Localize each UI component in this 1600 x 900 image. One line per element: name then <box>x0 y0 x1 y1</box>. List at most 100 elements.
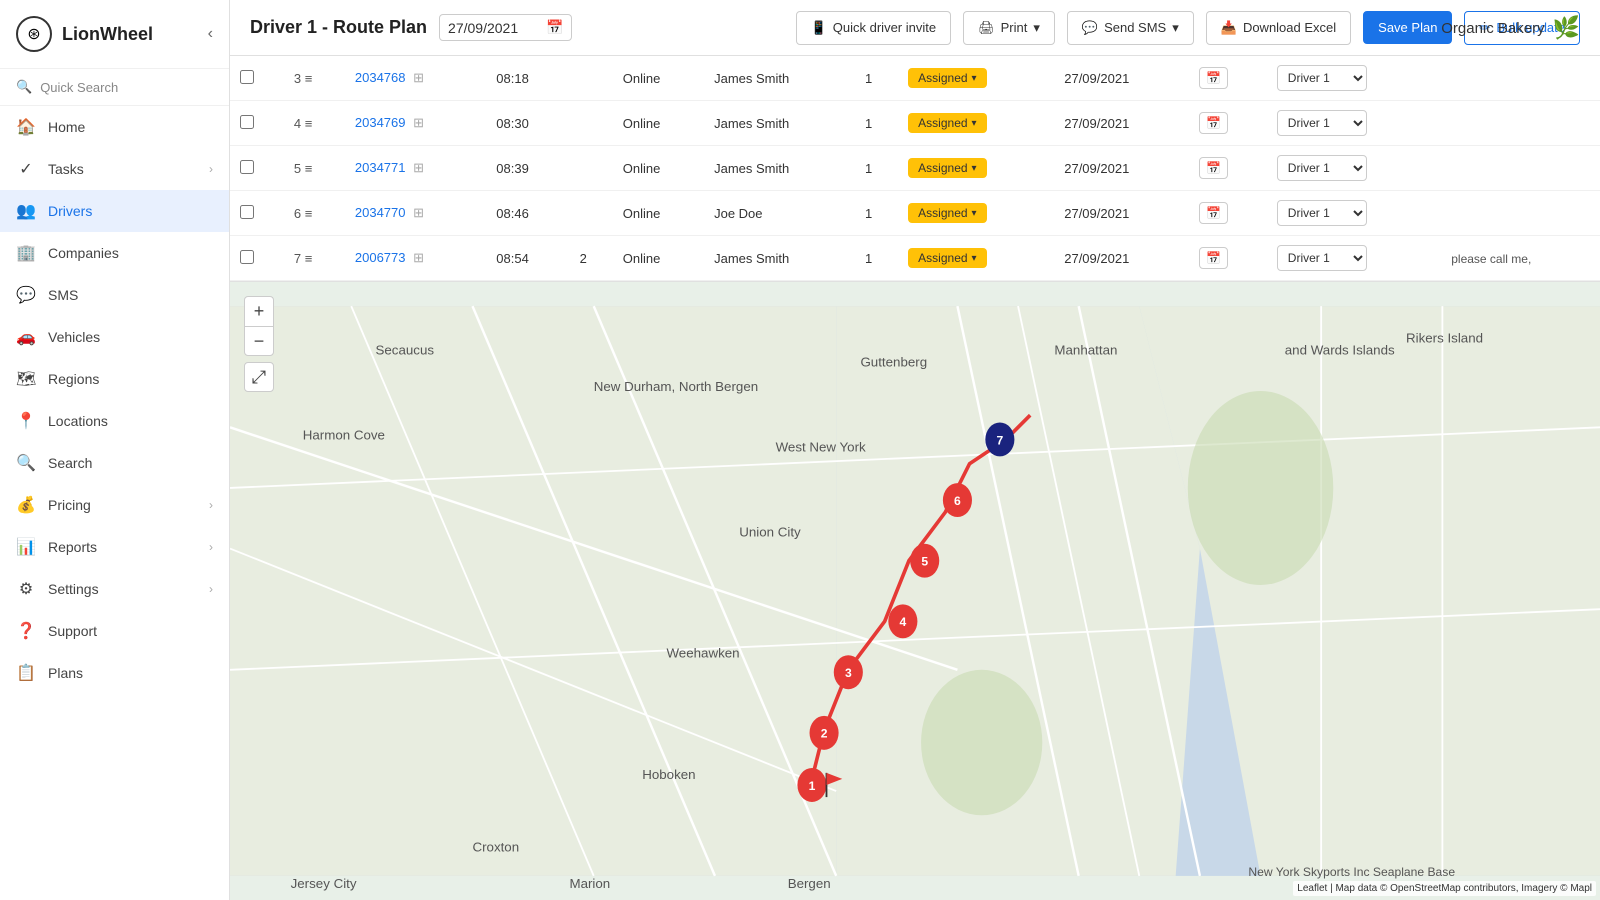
assigned-badge[interactable]: Assigned ▾ <box>908 68 986 88</box>
sidebar-item-pricing[interactable]: 💰 Pricing › <box>0 484 229 526</box>
svg-text:Harmon Cove: Harmon Cove <box>303 427 385 442</box>
sidebar-item-home[interactable]: 🏠 Home <box>0 106 229 148</box>
note-cell <box>1441 146 1600 191</box>
save-plan-button[interactable]: Save Plan <box>1363 11 1452 44</box>
print-button[interactable]: 🖨 Print ▾ <box>963 11 1055 45</box>
date-cal-btn-cell[interactable]: 📅 <box>1189 101 1267 146</box>
sidebar-item-companies[interactable]: 🏢 Companies <box>0 232 229 274</box>
sidebar-item-locations[interactable]: 📍 Locations <box>0 400 229 442</box>
assigned-badge[interactable]: Assigned ▾ <box>908 158 986 178</box>
load-cell: 1 <box>855 56 898 101</box>
time-cell: 08:54 <box>486 236 569 281</box>
row-checkbox[interactable] <box>240 250 254 264</box>
regions-icon: 🗺 <box>16 369 36 389</box>
task-link[interactable]: 2034770 <box>355 205 406 220</box>
driver-select[interactable]: Driver 1 <box>1277 200 1367 226</box>
row-calendar-button[interactable]: 📅 <box>1199 202 1228 224</box>
sidebar-item-regions[interactable]: 🗺 Regions <box>0 358 229 400</box>
assigned-status-cell[interactable]: Assigned ▾ <box>898 146 1054 191</box>
date-cal-btn-cell[interactable]: 📅 <box>1189 56 1267 101</box>
date-cal-btn-cell[interactable]: 📅 <box>1189 146 1267 191</box>
time-cell: 08:18 <box>486 56 569 101</box>
sidebar-item-reports[interactable]: 📊 Reports › <box>0 526 229 568</box>
main-content: Driver 1 - Route Plan 📅 📱 Quick driver i… <box>230 0 1600 900</box>
row-calendar-button[interactable]: 📅 <box>1199 67 1228 89</box>
driver-cell[interactable]: Driver 1 <box>1267 146 1441 191</box>
copy-icon: ⊞ <box>413 205 424 220</box>
svg-text:and Wards Islands: and Wards Islands <box>1285 343 1395 358</box>
app-name: LionWheel <box>62 24 153 45</box>
table-row: 3 ≡ 2034768 ⊞ 08:18 Online James Smith 1… <box>230 56 1600 101</box>
sidebar-item-drivers[interactable]: 👥 Drivers <box>0 190 229 232</box>
task-link[interactable]: 2034771 <box>355 160 406 175</box>
assigned-status-cell[interactable]: Assigned ▾ <box>898 191 1054 236</box>
driver-select[interactable]: Driver 1 <box>1277 245 1367 271</box>
driver-cell[interactable]: Driver 1 <box>1267 236 1441 281</box>
row-checkbox[interactable] <box>240 205 254 219</box>
date-input[interactable] <box>448 20 538 36</box>
assigned-badge[interactable]: Assigned ▾ <box>908 248 986 268</box>
sidebar-label-pricing: Pricing <box>48 497 91 513</box>
row-number: 7 ≡ <box>284 236 345 281</box>
expand-map-button[interactable]: ⤢ <box>244 362 274 392</box>
driver-select[interactable]: Driver 1 <box>1277 65 1367 91</box>
svg-text:Rikers Island: Rikers Island <box>1406 330 1483 345</box>
sidebar-item-support[interactable]: ❓ Support <box>0 610 229 652</box>
contact-cell: James Smith <box>704 101 855 146</box>
search-icon: 🔍 <box>16 453 36 473</box>
assigned-badge[interactable]: Assigned ▾ <box>908 203 986 223</box>
driver-select[interactable]: Driver 1 <box>1277 155 1367 181</box>
driver-cell[interactable]: Driver 1 <box>1267 191 1441 236</box>
sidebar-item-search[interactable]: 🔍 Search <box>0 442 229 484</box>
assigned-badge[interactable]: Assigned ▾ <box>908 113 986 133</box>
send-sms-button[interactable]: 💬 Send SMS ▾ <box>1067 11 1194 45</box>
task-link[interactable]: 2006773 <box>355 250 406 265</box>
search-icon: 🔍 <box>16 79 32 95</box>
sidebar-item-vehicles[interactable]: 🚗 Vehicles <box>0 316 229 358</box>
task-link[interactable]: 2034768 <box>355 70 406 85</box>
quick-driver-invite-button[interactable]: 📱 Quick driver invite <box>796 11 952 45</box>
svg-text:2: 2 <box>821 727 828 741</box>
date-picker[interactable]: 📅 <box>439 14 572 41</box>
svg-text:New York Skyports Inc Seaplane: New York Skyports Inc Seaplane Base <box>1248 865 1455 879</box>
download-excel-button[interactable]: 📥 Download Excel <box>1206 11 1351 45</box>
driver-cell[interactable]: Driver 1 <box>1267 101 1441 146</box>
sidebar-item-tasks[interactable]: ✓ Tasks › <box>0 148 229 190</box>
assigned-status-cell[interactable]: Assigned ▾ <box>898 56 1054 101</box>
copy-icon: ⊞ <box>413 250 424 265</box>
driver-cell[interactable]: Driver 1 <box>1267 56 1441 101</box>
task-link[interactable]: 2034769 <box>355 115 406 130</box>
svg-text:Union City: Union City <box>739 524 801 539</box>
driver-select[interactable]: Driver 1 <box>1277 110 1367 136</box>
zoom-out-button[interactable]: − <box>244 326 274 356</box>
sidebar-item-sms[interactable]: 💬 SMS <box>0 274 229 316</box>
online-status-cell: Online <box>613 146 704 191</box>
sidebar-item-settings[interactable]: ⚙ Settings › <box>0 568 229 610</box>
settings-icon: ⚙ <box>16 579 36 599</box>
sidebar-item-plans[interactable]: 📋 Plans <box>0 652 229 694</box>
row-calendar-button[interactable]: 📅 <box>1199 112 1228 134</box>
assigned-status-cell[interactable]: Assigned ▾ <box>898 236 1054 281</box>
row-checkbox[interactable] <box>240 115 254 129</box>
row-calendar-button[interactable]: 📅 <box>1199 157 1228 179</box>
row-calendar-button[interactable]: 📅 <box>1199 247 1228 269</box>
task-id-cell: 2006773 ⊞ <box>345 236 486 281</box>
sidebar-label-support: Support <box>48 623 97 639</box>
quick-search[interactable]: 🔍 Quick Search <box>0 69 229 106</box>
sidebar-label-locations: Locations <box>48 413 108 429</box>
assigned-status-cell[interactable]: Assigned ▾ <box>898 101 1054 146</box>
map-attribution: Leaflet | Map data © OpenStreetMap contr… <box>1293 881 1596 896</box>
vehicles-icon: 🚗 <box>16 327 36 347</box>
load-count-cell: 2 <box>570 236 613 281</box>
sidebar-label-drivers: Drivers <box>48 203 92 219</box>
calendar-icon[interactable]: 📅 <box>546 19 563 36</box>
row-checkbox[interactable] <box>240 160 254 174</box>
date-cell: 27/09/2021 <box>1054 236 1189 281</box>
svg-text:Secaucus: Secaucus <box>375 343 434 358</box>
zoom-in-button[interactable]: + <box>244 296 274 326</box>
sidebar-collapse-button[interactable]: ‹ <box>208 25 213 43</box>
date-cal-btn-cell[interactable]: 📅 <box>1189 236 1267 281</box>
row-checkbox[interactable] <box>240 70 254 84</box>
svg-text:Marion: Marion <box>569 876 610 891</box>
date-cal-btn-cell[interactable]: 📅 <box>1189 191 1267 236</box>
